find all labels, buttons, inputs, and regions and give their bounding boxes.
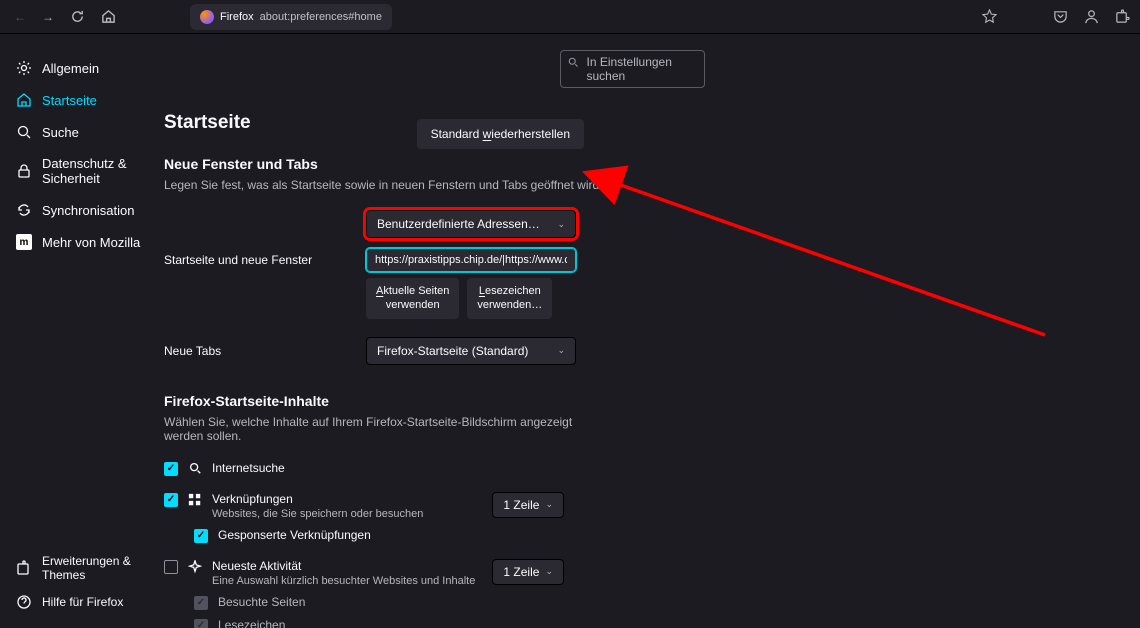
sparkle-icon <box>188 560 202 574</box>
sidebar-item-label: Synchronisation <box>42 203 135 218</box>
sidebar-item-label: Startseite <box>42 93 97 108</box>
firefox-icon <box>200 10 214 24</box>
search-icon <box>188 461 202 475</box>
sidebar-item-search[interactable]: Suche <box>0 116 164 148</box>
section-title: Firefox-Startseite-Inhalte <box>164 393 584 409</box>
url-path: about:preferences#home <box>260 11 382 23</box>
sidebar-item-home[interactable]: Startseite <box>0 84 164 116</box>
sidebar-item-label: Datenschutz & Sicherheit <box>42 156 148 186</box>
back-icon[interactable]: ← <box>14 10 26 24</box>
checkbox-label: Gesponserte Verknüpfungen <box>218 528 371 542</box>
extensions-icon[interactable] <box>1115 9 1130 24</box>
activity-rows-select[interactable]: 1 Zeile ⌄ <box>492 559 564 585</box>
search-icon <box>567 56 579 68</box>
checkbox-label: Internetsuche <box>212 461 285 475</box>
sidebar-item-more[interactable]: m Mehr von Mozilla <box>0 226 164 258</box>
checkbox-label: Besuchte Seiten <box>218 595 305 609</box>
sidebar-item-sync[interactable]: Synchronisation <box>0 194 164 226</box>
pocket-icon[interactable] <box>1053 9 1068 24</box>
forward-icon[interactable]: → <box>42 10 54 24</box>
shortcuts-rows-select[interactable]: 1 Zeile ⌄ <box>492 492 564 518</box>
visited-checkbox <box>194 596 208 610</box>
sidebar: Allgemein Startseite Suche Datenschutz &… <box>0 34 164 628</box>
select-value: Firefox-Startseite (Standard) <box>377 344 528 358</box>
checkbox-label: Lesezeichen <box>218 618 285 628</box>
section-desc: Wählen Sie, welche Inhalte auf Ihrem Fir… <box>164 415 584 443</box>
use-current-pages-button[interactable]: Aktuelle Seitenverwenden <box>366 278 459 319</box>
sidebar-footer-help[interactable]: Hilfe für Firefox <box>0 588 164 616</box>
sidebar-item-label: Hilfe für Firefox <box>42 595 123 609</box>
restore-defaults-button[interactable]: Standard wiederherstellen <box>417 119 584 149</box>
home-icon[interactable] <box>101 9 116 24</box>
mozilla-icon: m <box>16 234 32 250</box>
sidebar-item-privacy[interactable]: Datenschutz & Sicherheit <box>0 148 164 194</box>
select-value: 1 Zeile <box>503 498 539 512</box>
websearch-checkbox[interactable] <box>164 462 178 476</box>
content-area: In Einstellungen suchen Startseite Stand… <box>164 34 1140 628</box>
checkbox-label: Verknüpfungen <box>212 492 482 506</box>
sidebar-item-label: Allgemein <box>42 61 99 76</box>
search-placeholder: In Einstellungen suchen <box>587 55 672 83</box>
shortcuts-checkbox[interactable] <box>164 493 178 507</box>
address-bar[interactable]: Firefox about:preferences#home <box>190 4 392 30</box>
section-desc: Legen Sie fest, was als Startseite sowie… <box>164 178 1100 192</box>
sidebar-item-label: Suche <box>42 125 79 140</box>
sponsored-checkbox[interactable] <box>194 529 208 543</box>
checkbox-desc: Eine Auswahl kürzlich besuchter Websites… <box>212 575 482 587</box>
preferences-search[interactable]: In Einstellungen suchen <box>560 50 705 88</box>
sidebar-item-general[interactable]: Allgemein <box>0 52 164 84</box>
homepage-url-input[interactable] <box>366 248 576 272</box>
sync-icon <box>16 202 32 218</box>
newtab-label: Neue Tabs <box>164 344 366 358</box>
homepage-mode-select[interactable]: Benutzerdefinierte Adressen… ⌄ <box>366 210 576 238</box>
chevron-down-icon: ⌄ <box>557 345 565 356</box>
sidebar-item-label: Erweiterungen & Themes <box>42 554 148 582</box>
select-value: 1 Zeile <box>503 565 539 579</box>
grid-icon <box>188 493 202 507</box>
gear-icon <box>16 60 32 76</box>
url-context-label: Firefox <box>220 11 254 23</box>
search-icon <box>16 124 32 140</box>
account-icon[interactable] <box>1084 9 1099 24</box>
checkbox-label: Neueste Aktivität <box>212 559 482 573</box>
sidebar-footer-extensions[interactable]: Erweiterungen & Themes <box>0 548 164 588</box>
use-bookmark-button[interactable]: Lesezeichenverwenden… <box>467 278 552 319</box>
help-icon <box>16 594 32 610</box>
browser-toolbar: ← → Firefox about:preferences#home <box>0 0 1140 34</box>
puzzle-icon <box>16 560 32 576</box>
homepage-label: Startseite und neue Fenster <box>164 253 366 267</box>
page-title: Startseite <box>164 112 251 134</box>
chevron-down-icon: ⌄ <box>545 499 553 510</box>
chevron-down-icon: ⌄ <box>545 566 553 577</box>
bookmarks-checkbox <box>194 619 208 628</box>
reload-icon[interactable] <box>70 9 85 24</box>
lock-icon <box>16 163 32 179</box>
checkbox-desc: Websites, die Sie speichern oder besuche… <box>212 508 482 520</box>
chevron-down-icon: ⌄ <box>557 219 565 230</box>
sidebar-item-label: Mehr von Mozilla <box>42 235 140 250</box>
nav-controls: ← → <box>6 9 124 24</box>
home-icon <box>16 92 32 108</box>
newtab-mode-select[interactable]: Firefox-Startseite (Standard) ⌄ <box>366 337 576 365</box>
bookmark-star-icon[interactable] <box>982 9 997 24</box>
select-value: Benutzerdefinierte Adressen… <box>377 217 540 231</box>
activity-checkbox[interactable] <box>164 560 178 574</box>
section-title: Neue Fenster und Tabs <box>164 156 1100 172</box>
